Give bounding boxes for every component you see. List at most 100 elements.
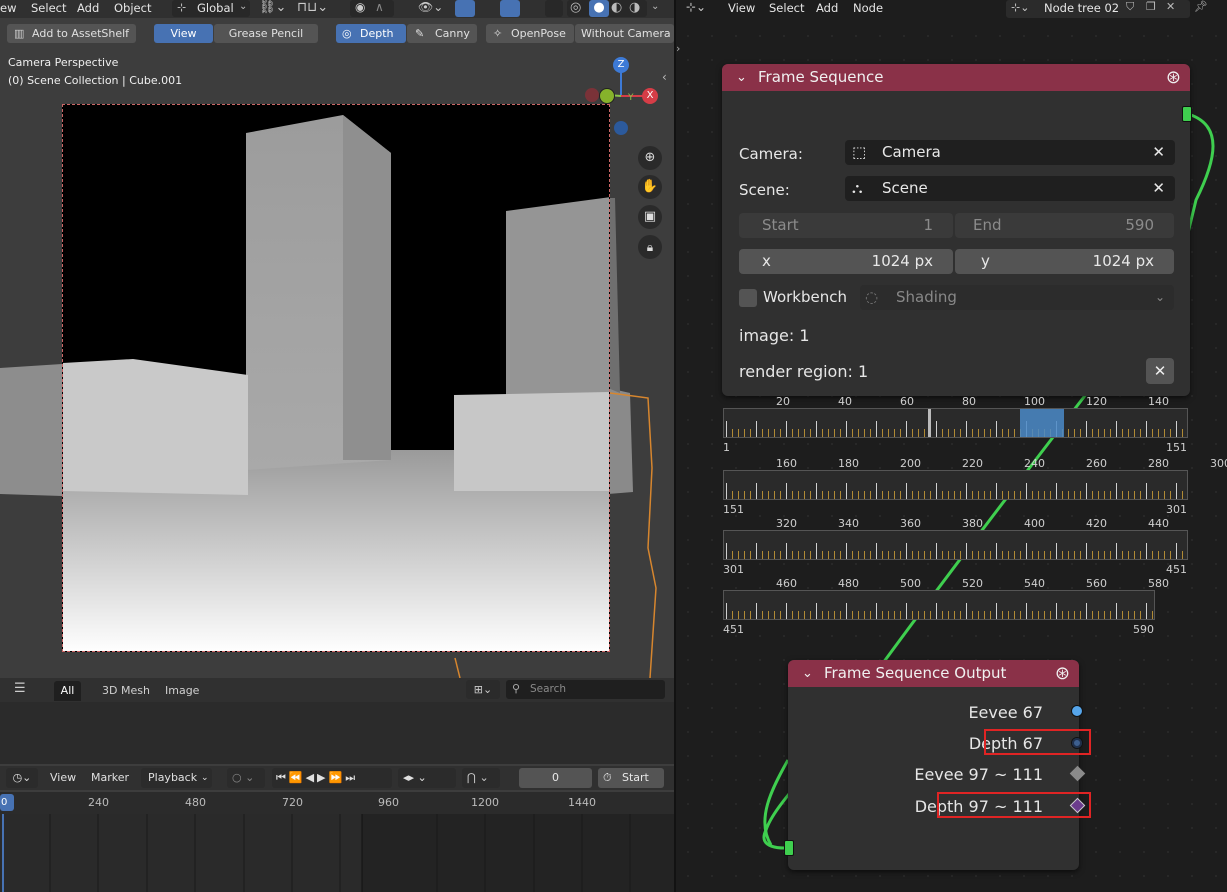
filter-tab-all[interactable]: All xyxy=(54,681,81,701)
selected-frame-range[interactable] xyxy=(1020,409,1064,437)
frame-ruler-3[interactable] xyxy=(723,530,1188,560)
scene-field[interactable]: ⛬ Scene ✕ xyxy=(845,176,1175,201)
filter-tab-image[interactable]: Image xyxy=(165,684,199,697)
node-editor[interactable]: ⊹⌄ View Select Add Node ⊹⌄ Node tree 02 … xyxy=(676,0,1227,892)
gizmo-toggle-icon[interactable] xyxy=(455,0,475,17)
proportional-edit[interactable]: ◉ ∧ xyxy=(350,0,394,17)
frame-sequence-header[interactable]: ⌄ Frame Sequence ⊛ xyxy=(722,64,1190,91)
ruler-tick xyxy=(1182,429,1183,437)
orientation-dropdown[interactable]: ⊹ Global ⌄ xyxy=(172,0,250,17)
filter-tab-3d-mesh[interactable]: 3D Mesh xyxy=(102,684,150,697)
resolution-x-field[interactable]: x 1024 px xyxy=(739,249,953,274)
timeline-ruler[interactable]: 0 240 480 720 960 1200 1440 xyxy=(0,792,674,814)
shading-dropdown[interactable]: ◌ Shading ⌄ xyxy=(860,285,1174,310)
remove-region-button[interactable]: ✕ xyxy=(1146,358,1174,384)
openpose-label: OpenPose xyxy=(511,27,566,40)
xray-icon[interactable] xyxy=(545,0,563,17)
ruler-tick xyxy=(1080,551,1081,559)
pivot-icon[interactable]: ⛓⌄ xyxy=(259,0,286,15)
frame-ruler-2[interactable] xyxy=(723,470,1188,500)
snapping-icon[interactable]: ⋂ ⌄ xyxy=(462,768,500,788)
3d-viewport[interactable]: Camera Perspective (0) Scene Collection … xyxy=(0,48,674,678)
search-placeholder: Search xyxy=(530,683,567,695)
frame-sequence-node[interactable]: ⌄ Frame Sequence ⊛ Camera: ⬚ Camera ✕ Sc… xyxy=(722,64,1192,396)
lock-icon[interactable]: 🔒︎ xyxy=(638,235,662,259)
camera-view-icon[interactable]: ▣ xyxy=(638,205,662,229)
ruler-tick xyxy=(1038,611,1039,619)
ruler-tick-label: 200 xyxy=(900,457,921,470)
collapse-chevron-icon[interactable]: ⌄ xyxy=(736,64,747,91)
visibility-icon[interactable]: 👁⌄ xyxy=(418,0,443,14)
workbench-checkbox[interactable] xyxy=(739,289,757,307)
timeline-menu-marker[interactable]: Marker xyxy=(91,771,129,784)
socket-eevee-67[interactable] xyxy=(1071,705,1083,717)
output-socket[interactable] xyxy=(1182,106,1192,122)
snap-icon[interactable]: ⊓⊔⌄ xyxy=(297,0,328,15)
ruler-tick xyxy=(894,491,895,499)
start-frame-field[interactable]: Start 1 xyxy=(739,213,953,238)
openpose-button[interactable]: ✧ OpenPose xyxy=(486,24,574,43)
collapse-chevron-icon[interactable]: ⌄ xyxy=(802,660,813,687)
wireframe-shading-icon[interactable]: ◎ xyxy=(570,0,581,15)
playback-dropdown[interactable]: Playback ⌄ xyxy=(141,768,212,788)
without-camera-button[interactable]: Without Camera xyxy=(575,24,674,43)
frame-cursor[interactable] xyxy=(928,409,931,437)
autokey-record-icon[interactable]: ○ ⌄ xyxy=(227,768,265,788)
editor-type-icon[interactable]: ◷⌄ xyxy=(6,768,38,788)
resolution-y-field[interactable]: y 1024 px xyxy=(955,249,1174,274)
frame-sequence-output-header[interactable]: ⌄ Frame Sequence Output ⊛ xyxy=(788,660,1079,687)
menu-select[interactable]: Select xyxy=(31,1,66,15)
view-button[interactable]: View xyxy=(154,24,213,43)
sidebar-toggle-icon[interactable]: ‹ xyxy=(662,70,667,84)
ruler-end-label: 301 xyxy=(1166,503,1187,516)
solid-shading-icon[interactable]: ● xyxy=(589,0,609,17)
gizmo-z[interactable]: Z xyxy=(613,57,629,73)
gizmo-neg-z[interactable] xyxy=(614,121,628,135)
playback-controls[interactable]: ⏮⏪◀▶⏩⏭ xyxy=(272,768,392,788)
end-frame-field[interactable]: End 590 xyxy=(955,213,1174,238)
clear-camera-icon[interactable]: ✕ xyxy=(1152,140,1165,165)
ruler-tick xyxy=(744,429,745,437)
ruler-tick xyxy=(1002,429,1003,437)
depth-button[interactable]: ◎ Depth xyxy=(336,24,406,43)
menu-hamburger-icon[interactable]: ☰ xyxy=(14,681,26,696)
clear-scene-icon[interactable]: ✕ xyxy=(1152,176,1165,201)
canny-button[interactable]: ✎ Canny xyxy=(407,24,477,43)
ruler-tick xyxy=(1092,491,1093,499)
menu-object[interactable]: Object xyxy=(114,1,151,15)
playhead-frame[interactable]: 0 xyxy=(0,794,14,811)
ruler-tick-label: 540 xyxy=(1024,577,1045,590)
display-mode-dropdown[interactable]: ⊞⌄ xyxy=(466,680,500,699)
menu-view[interactable]: ew xyxy=(0,1,16,15)
ruler-tick xyxy=(918,429,919,437)
gizmo-y[interactable] xyxy=(599,88,615,104)
frame-sequence-output-node[interactable]: ⌄ Frame Sequence Output ⊛ Eevee 67 Depth… xyxy=(784,660,1086,870)
ruler-tick xyxy=(996,421,997,437)
current-frame-field[interactable]: 0 xyxy=(519,768,592,788)
pan-hand-icon[interactable]: ✋ xyxy=(638,175,662,199)
ruler-tick xyxy=(1080,611,1081,619)
keyframe-jump-icon[interactable]: ◂▸ ⌄ xyxy=(398,768,456,788)
grease-pencil-button[interactable]: Grease Pencil xyxy=(214,24,318,43)
ruler-tick xyxy=(822,551,823,559)
timeline-content[interactable] xyxy=(0,814,674,892)
timeline-menu-view[interactable]: View xyxy=(50,771,76,784)
gizmo-x[interactable]: X xyxy=(642,88,658,104)
gizmo-neg-x[interactable] xyxy=(585,88,599,102)
rendered-shading-icon[interactable]: ◑ xyxy=(629,0,640,15)
shading-options-chevron-icon[interactable]: ⌄ xyxy=(651,1,659,12)
menu-add[interactable]: Add xyxy=(77,1,99,15)
navigation-gizmo[interactable]: Z Y X xyxy=(584,56,664,136)
ruler-tick xyxy=(912,491,913,499)
input-socket[interactable] xyxy=(784,840,794,856)
overlay-toggle-icon[interactable] xyxy=(500,0,520,17)
add-to-assetshelf-button[interactable]: ▥ Add to AssetShelf xyxy=(7,24,136,43)
frame-ruler-1[interactable] xyxy=(723,408,1188,438)
camera-field[interactable]: ⬚ Camera ✕ xyxy=(845,140,1175,165)
frame-ruler-4[interactable] xyxy=(723,590,1155,620)
start-field[interactable]: ⏱ Start xyxy=(598,768,664,788)
ruler-tick xyxy=(948,491,949,499)
zoom-icon[interactable]: ⊕ xyxy=(638,146,662,170)
search-input[interactable]: ⚲ Search xyxy=(506,680,665,699)
material-shading-icon[interactable]: ◐ xyxy=(611,0,622,15)
